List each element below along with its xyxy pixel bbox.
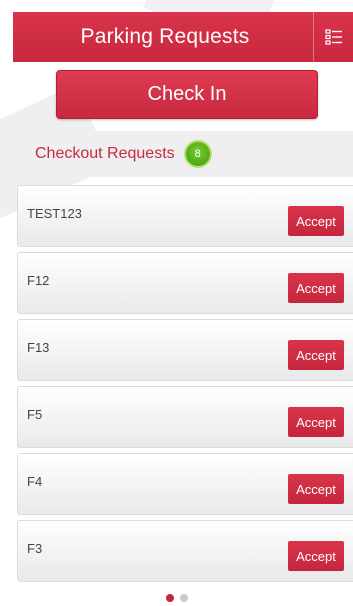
- request-label: F12: [27, 273, 50, 288]
- check-in-button[interactable]: Check In: [56, 70, 318, 119]
- app-header: Parking Requests: [13, 12, 353, 62]
- request-label: F4: [27, 474, 43, 489]
- request-label: F3: [27, 541, 43, 556]
- page-title: Parking Requests: [80, 25, 250, 48]
- count-badge: 8: [183, 140, 212, 168]
- list-item[interactable]: F12 Accept: [17, 252, 353, 314]
- accept-button[interactable]: Accept: [288, 340, 344, 370]
- page-dot[interactable]: [179, 594, 188, 602]
- accept-button[interactable]: Accept: [288, 474, 344, 504]
- page-indicator: [0, 594, 353, 604]
- list-item[interactable]: F4 Accept: [17, 453, 353, 515]
- accept-button[interactable]: Accept: [288, 273, 344, 303]
- accept-button[interactable]: Accept: [288, 541, 344, 571]
- checkout-requests-header: Checkout Requests 8: [14, 131, 353, 177]
- request-list: TEST123 Accept F12 Accept F13 Accept F5 Accept F…: [17, 185, 353, 587]
- list-item[interactable]: F3 Accept: [17, 520, 353, 582]
- check-in-container: Check In: [56, 70, 318, 119]
- list-item[interactable]: F5 Accept: [17, 386, 353, 448]
- page-dot[interactable]: [165, 594, 174, 602]
- list-menu-icon: [324, 29, 342, 45]
- list-item[interactable]: TEST123 Accept: [17, 185, 353, 247]
- request-label: F5: [27, 407, 43, 422]
- menu-button[interactable]: [313, 12, 353, 62]
- accept-button[interactable]: Accept: [288, 206, 344, 236]
- request-label: F13: [27, 340, 50, 355]
- accept-button[interactable]: Accept: [288, 407, 344, 437]
- section-title: Checkout Requests: [35, 145, 175, 162]
- request-label: TEST123: [27, 206, 82, 221]
- list-item[interactable]: F13 Accept: [17, 319, 353, 381]
